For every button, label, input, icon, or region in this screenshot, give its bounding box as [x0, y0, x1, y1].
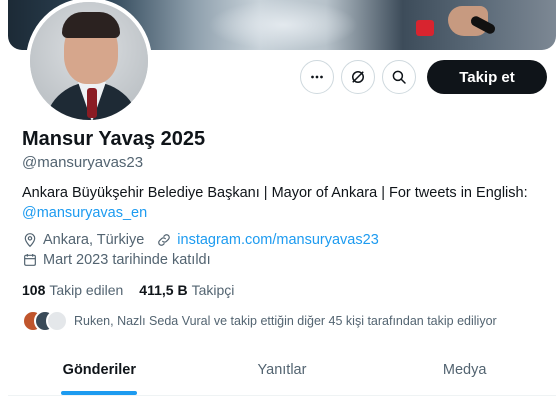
mutual-avatars [22, 310, 68, 332]
more-button[interactable] [300, 60, 334, 94]
joined-row: Mart 2023 tarihinde katıldı [22, 252, 211, 268]
following-link[interactable]: 108 Takip edilen [22, 282, 123, 298]
calendar-icon [24, 254, 36, 266]
avatar-hair [62, 12, 120, 38]
profile-bio: Ankara Büyükşehir Belediye Başkanı | May… [22, 183, 542, 223]
link-icon [158, 234, 171, 246]
bio-text: Ankara Büyükşehir Belediye Başkanı | May… [22, 185, 528, 201]
profile-avatar[interactable] [26, 0, 152, 124]
search-button[interactable] [382, 60, 416, 94]
display-name: Mansur Yavaş 2025 [22, 128, 206, 150]
tab-media[interactable]: Medya [373, 344, 556, 395]
follow-button[interactable]: Takip et [427, 60, 547, 94]
tab-posts[interactable]: Gönderiler [8, 344, 191, 395]
avatar [46, 310, 68, 332]
user-handle: @mansuryavas23 [22, 154, 144, 171]
following-count: 108 [22, 282, 46, 298]
grok-icon [352, 71, 364, 83]
location-pin-icon [24, 233, 36, 248]
followers-label: Takipçi [191, 282, 235, 298]
bio-mention-link[interactable]: @mansuryavas_en [22, 205, 147, 221]
following-label: Takip edilen [49, 282, 124, 298]
follow-stats: 108 Takip edilen 411,5 B Takipçi [22, 282, 250, 298]
followers-you-know-text: Ruken, Nazlı Seda Vural ve takip ettiğin… [74, 314, 497, 328]
location-text: Ankara, Türkiye [43, 232, 145, 248]
banner-flag [416, 20, 434, 36]
profile-tabs: Gönderiler Yanıtlar Medya [8, 344, 556, 396]
followers-link[interactable]: 411,5 B Takipçi [139, 282, 234, 298]
profile-actions: Takip et [300, 60, 547, 94]
avatar-tie [87, 88, 97, 118]
search-icon [392, 70, 406, 84]
banner-sky [208, 0, 358, 50]
grok-button[interactable] [341, 60, 375, 94]
followers-count: 411,5 B [139, 282, 188, 298]
website-link[interactable]: instagram.com/mansuryavas23 [177, 232, 378, 248]
more-dots-icon [311, 75, 323, 79]
followers-you-know[interactable]: Ruken, Nazlı Seda Vural ve takip ettiğin… [22, 310, 497, 332]
tab-replies[interactable]: Yanıtlar [191, 344, 374, 395]
profile-meta-row: Ankara, Türkiye instagram.com/mansuryava… [22, 232, 379, 248]
joined-text: Mart 2023 tarihinde katıldı [43, 252, 211, 268]
